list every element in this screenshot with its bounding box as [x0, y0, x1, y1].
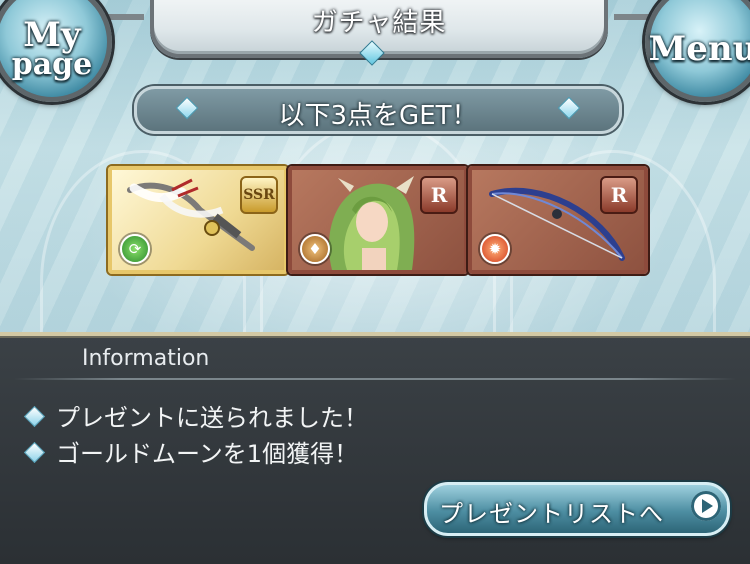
- present-list-button[interactable]: プレゼントリストへ: [424, 482, 730, 536]
- item-card-r-weapon[interactable]: R ✹: [468, 166, 648, 274]
- information-panel: Information プレゼントに送られました！ ゴールドムーンを1個獲得！ …: [0, 332, 750, 564]
- divider: [14, 378, 736, 380]
- rarity-badge: R: [600, 176, 638, 214]
- item-card-r-character[interactable]: R ♦: [288, 166, 468, 274]
- present-list-label: プレゼントリストへ: [439, 500, 664, 528]
- info-message-text: ゴールドムーンを1個獲得！: [56, 440, 359, 468]
- mypage-label-line2: page: [11, 47, 93, 82]
- information-heading: Information: [82, 346, 210, 371]
- wind-icon: ⟳: [120, 234, 150, 264]
- crystal-bullet-icon: [23, 441, 46, 464]
- item-card-ssr-weapon[interactable]: SSR ⟳: [108, 166, 288, 274]
- earth-icon: ♦: [300, 234, 330, 264]
- get-text: 以下3点をGET！: [278, 101, 478, 131]
- get-banner: 以下3点をGET！: [134, 86, 622, 134]
- info-message: プレゼントに送られました！: [23, 398, 368, 433]
- info-message: ゴールドムーンを1個獲得！: [23, 434, 359, 469]
- arrow-right-icon: [691, 491, 721, 521]
- fire-icon: ✹: [480, 234, 510, 264]
- rarity-badge: SSR: [240, 176, 278, 214]
- crystal-bullet-icon: [23, 405, 46, 428]
- info-message-text: プレゼントに送られました！: [56, 404, 368, 432]
- rarity-badge: R: [420, 176, 458, 214]
- menu-label: Menu: [648, 29, 750, 69]
- page-title: ガチャ結果: [311, 8, 447, 38]
